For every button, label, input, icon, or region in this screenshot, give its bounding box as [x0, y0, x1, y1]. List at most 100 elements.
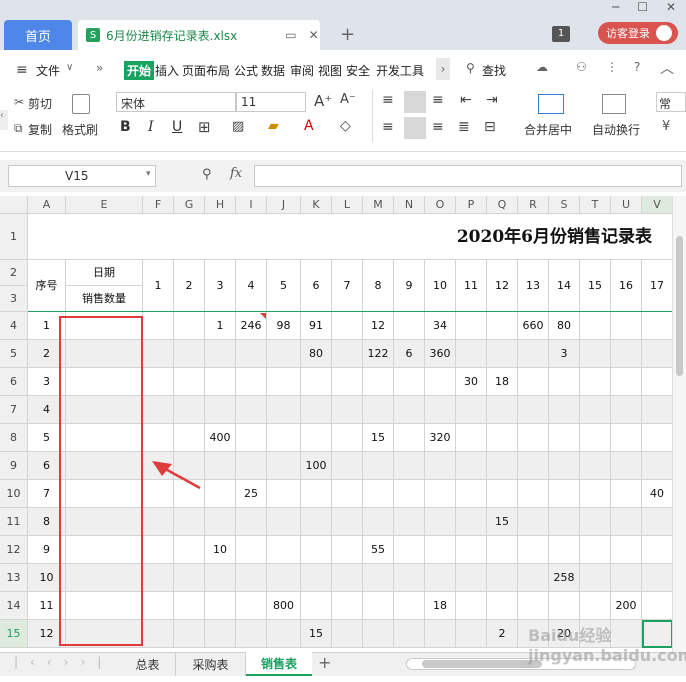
sheet-tab-sales[interactable]: 销售表 [246, 652, 312, 676]
data-cell[interactable] [580, 452, 611, 480]
row-header[interactable]: 6 [0, 368, 28, 396]
copy-button[interactable]: 复制 [28, 121, 52, 138]
data-cell[interactable] [518, 508, 549, 536]
data-cell[interactable] [642, 452, 673, 480]
number-format-select[interactable]: 常 [656, 92, 686, 112]
data-cell[interactable] [611, 312, 642, 340]
column-header[interactable]: G [174, 196, 205, 214]
menu-insert[interactable]: 插入 [155, 62, 179, 79]
data-cell[interactable] [425, 480, 456, 508]
data-cell[interactable] [549, 368, 580, 396]
row-header[interactable]: 5 [0, 340, 28, 368]
sheet-nav-icons[interactable]: |‹‹››| [14, 655, 113, 669]
menu-view[interactable]: 视图 [318, 62, 342, 79]
column-header[interactable]: V [642, 196, 673, 214]
data-cell[interactable]: 34 [425, 312, 456, 340]
currency-icon[interactable]: ¥ [662, 119, 670, 134]
align-middle-icon[interactable] [404, 91, 426, 113]
home-tab[interactable]: 首页 [4, 20, 72, 50]
data-cell[interactable] [425, 368, 456, 396]
data-cell[interactable] [236, 564, 267, 592]
data-cell[interactable] [425, 396, 456, 424]
data-cell[interactable] [332, 452, 363, 480]
data-cell[interactable] [236, 620, 267, 648]
row-header[interactable]: 1 [0, 214, 28, 260]
data-cell[interactable] [456, 340, 487, 368]
data-cell[interactable] [301, 368, 332, 396]
data-cell[interactable] [487, 396, 518, 424]
data-cell[interactable] [518, 564, 549, 592]
data-cell[interactable]: 15 [301, 620, 332, 648]
format-painter-button[interactable]: 格式刷 [62, 121, 98, 138]
data-cell[interactable] [580, 312, 611, 340]
font-name-select[interactable]: 宋体 [116, 92, 236, 112]
data-cell[interactable] [394, 424, 425, 452]
clear-format-icon[interactable]: ◇ [340, 118, 351, 134]
data-cell[interactable] [642, 564, 673, 592]
data-cell[interactable] [174, 592, 205, 620]
data-cell[interactable] [611, 452, 642, 480]
fx-icon[interactable]: fx [230, 166, 242, 181]
data-cell[interactable] [518, 452, 549, 480]
search-label[interactable]: 查找 [482, 62, 506, 79]
decrease-font-icon[interactable]: A⁻ [340, 92, 356, 107]
vertical-scrollbar[interactable] [672, 196, 686, 652]
data-cell[interactable] [143, 424, 174, 452]
data-cell[interactable] [236, 536, 267, 564]
data-cell[interactable] [267, 424, 301, 452]
data-cell[interactable] [174, 368, 205, 396]
data-cell[interactable] [642, 396, 673, 424]
data-cell[interactable] [143, 340, 174, 368]
column-header[interactable]: M [363, 196, 394, 214]
data-cell[interactable] [642, 340, 673, 368]
menu-formula[interactable]: 公式 [234, 62, 258, 79]
italic-icon[interactable]: I [148, 119, 154, 135]
data-cell[interactable]: 91 [301, 312, 332, 340]
menu-developer[interactable]: 开发工具 [376, 62, 424, 79]
row-header[interactable]: 12 [0, 536, 28, 564]
data-cell[interactable] [301, 424, 332, 452]
data-cell[interactable] [518, 340, 549, 368]
menu-start[interactable]: 开始 [124, 61, 155, 80]
data-cell[interactable] [611, 396, 642, 424]
data-cell[interactable] [425, 620, 456, 648]
data-cell[interactable] [332, 592, 363, 620]
data-cell[interactable]: 55 [363, 536, 394, 564]
data-cell[interactable] [174, 620, 205, 648]
data-cell[interactable]: 18 [487, 368, 518, 396]
align-bottom-icon[interactable]: ≡ [432, 92, 444, 108]
data-cell[interactable] [143, 396, 174, 424]
column-header[interactable]: P [456, 196, 487, 214]
select-all-corner[interactable] [0, 196, 28, 214]
data-cell[interactable] [456, 508, 487, 536]
comment-marker-icon[interactable] [260, 313, 266, 319]
data-cell[interactable] [580, 508, 611, 536]
data-cell[interactable] [205, 396, 236, 424]
data-cell[interactable] [456, 452, 487, 480]
data-cell[interactable] [332, 564, 363, 592]
wrap-text-icon[interactable] [602, 94, 626, 114]
data-cell[interactable] [363, 592, 394, 620]
data-cell[interactable]: 12 [363, 312, 394, 340]
add-sheet-icon[interactable]: + [318, 653, 331, 672]
data-cell[interactable] [267, 620, 301, 648]
font-color-icon[interactable]: A [304, 118, 314, 134]
menu-page-layout[interactable]: 页面布局 [182, 62, 230, 79]
data-cell[interactable] [518, 424, 549, 452]
data-cell[interactable] [580, 340, 611, 368]
data-cell[interactable] [487, 480, 518, 508]
row-header[interactable]: 13 [0, 564, 28, 592]
data-cell[interactable] [267, 340, 301, 368]
data-cell[interactable] [267, 452, 301, 480]
cut-button[interactable]: 剪切 [28, 95, 52, 112]
close-icon[interactable]: ✕ [666, 0, 676, 18]
data-cell[interactable] [425, 536, 456, 564]
data-cell[interactable] [236, 368, 267, 396]
data-cell[interactable]: 15 [363, 424, 394, 452]
data-cell[interactable] [580, 424, 611, 452]
add-tab-icon[interactable]: + [340, 24, 355, 45]
data-cell[interactable] [456, 396, 487, 424]
data-cell[interactable] [143, 508, 174, 536]
data-cell[interactable] [174, 564, 205, 592]
data-cell[interactable]: 320 [425, 424, 456, 452]
